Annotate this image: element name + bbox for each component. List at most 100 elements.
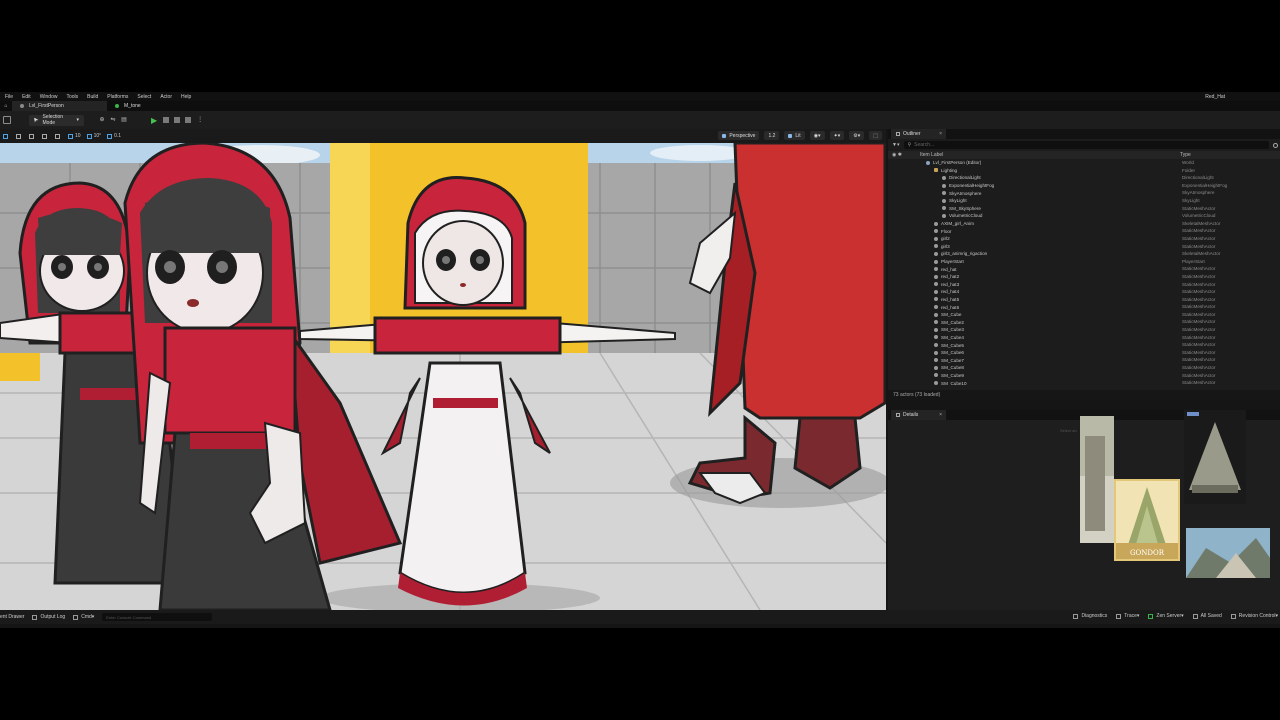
save-icon[interactable] [3,116,11,124]
scale-snap[interactable]: 0.1 [107,133,121,139]
trace-button[interactable]: Trace ▾ [1116,613,1139,619]
menu-tools[interactable]: Tools [66,94,78,100]
outliner-row[interactable]: red_hat3 StaticMeshActor [888,281,1280,289]
outliner-row[interactable]: DirectionalLight DirectionalLight [888,174,1280,182]
rotate-tool-icon[interactable] [29,133,36,139]
outliner-row[interactable]: Floor StaticMeshActor [888,227,1280,235]
level-viewport[interactable] [0,143,886,610]
visibility-column-icon[interactable]: ◉ ✱ [892,152,902,158]
outliner-row[interactable]: SM_SkySphere StaticMeshActor [888,205,1280,213]
output-log-button[interactable]: Output Log [32,614,65,620]
outliner-row-label: girl3 [941,243,950,249]
tab-level-label: Lvl_FirstPerson [29,103,64,109]
move-tool-icon[interactable] [16,133,23,139]
tab-material[interactable]: M_tone [107,101,149,111]
actor-icon [942,175,946,180]
outliner-row[interactable]: Lvl_FirstPerson (Editor) World [888,159,1280,167]
outliner-row[interactable]: girl2 StaticMeshActor [888,235,1280,243]
outliner-row-label: DirectionalLight [949,175,981,181]
outliner-row[interactable]: red_hat6 StaticMeshActor [888,303,1280,311]
outliner-row[interactable]: SM_Cube6 StaticMeshActor [888,349,1280,357]
menu-platforms[interactable]: Platforms [107,94,128,100]
outliner-row[interactable]: SM_Cube8 StaticMeshActor [888,364,1280,372]
menu-window[interactable]: Window [40,94,58,100]
cinematics-icon[interactable]: ▤ [120,117,128,124]
maximize-icon[interactable]: ⬚ [869,131,882,140]
select-tool-icon[interactable] [3,133,10,139]
world-space-icon[interactable] [55,133,62,139]
diagnostics-button[interactable]: Diagnostics [1073,613,1107,619]
filter-icon[interactable]: ▼▾ [892,142,899,148]
outliner-row[interactable]: SM_Cube5 StaticMeshActor [888,341,1280,349]
outliner-row-type: StaticMeshActor [1182,334,1216,340]
outliner-row[interactable]: SM_Cube7 StaticMeshActor [888,356,1280,364]
item-label-column[interactable]: Item Label [920,152,943,158]
play-icon[interactable]: ▶ [151,116,157,125]
cmd-dropdown[interactable]: Cmd ▾ [73,614,94,620]
outliner-row[interactable]: SkyAtmosphere SkyAtmosphere [888,189,1280,197]
selection-mode-dropdown[interactable]: Selection Mode ▾ [29,114,84,126]
close-icon[interactable]: × [939,131,942,137]
outliner-row[interactable]: SM_Cube4 StaticMeshActor [888,334,1280,342]
zen-server-button[interactable]: Zen Server ▾ [1148,613,1184,619]
outliner-row[interactable]: red_hat StaticMeshActor [888,265,1280,273]
home-icon[interactable]: ⌂ [0,101,12,111]
outliner-row[interactable]: red_hat5 StaticMeshActor [888,296,1280,304]
add-actor-icon[interactable]: ⊕ [98,117,106,124]
menu-file[interactable]: File [5,94,13,100]
menu-select[interactable]: Select [137,94,151,100]
outliner-row[interactable]: SM_Cube3 StaticMeshActor [888,326,1280,334]
actor-icon [934,274,938,279]
scale-tool-icon[interactable] [42,133,49,139]
platforms-icon[interactable] [185,117,192,123]
content-drawer-button[interactable]: ent Drawer [0,614,24,620]
menu-edit[interactable]: Edit [22,94,31,100]
gondor-caption: GONDOR [1129,549,1165,557]
menu-build[interactable]: Build [87,94,98,100]
tab-level[interactable]: Lvl_FirstPerson [12,101,107,111]
perspective-dropdown[interactable]: Perspective [718,131,760,140]
outliner-row[interactable]: SM_Cube10 StaticMeshActor [888,379,1280,385]
outliner-row[interactable]: Lighting Folder [888,167,1280,175]
gear-icon[interactable] [1273,142,1279,148]
pause-icon[interactable] [163,117,170,123]
tab-outliner[interactable]: Outliner × [891,129,946,139]
outliner-row[interactable]: girl3_animrig_rigaction SkeletalMeshActor [888,250,1280,258]
outliner-row-label: Lighting [941,167,958,173]
outliner-row[interactable]: AXIM_girl_Anim SkeletalMeshActor [888,220,1280,228]
menu-help[interactable]: Help [181,94,191,100]
outliner-row[interactable]: VolumetricCloud VolumetricCloud [888,212,1280,220]
outliner-row-type: SkyLight [1182,197,1200,203]
actor-icon [934,350,938,355]
outliner-search-input[interactable]: ⚲ Search... [904,141,1270,149]
grid-snap[interactable]: 10 [68,133,81,139]
blueprint-icon[interactable]: ⇋ [109,117,117,124]
show-flags-icon[interactable]: ◉▾ [809,131,825,140]
diagnostics-icon [1073,613,1079,619]
outliner-row[interactable]: SkyLight SkyLight [888,197,1280,205]
console-command-input[interactable]: Enter Console Command [102,613,213,621]
outliner-row[interactable]: SM_Cube StaticMeshActor [888,311,1280,319]
realtime-icon[interactable]: ✦▾ [829,131,845,140]
outliner-row[interactable]: SM_Cube9 StaticMeshActor [888,372,1280,380]
rotation-snap[interactable]: 10° [86,133,101,139]
camera-speed[interactable]: 1.2 [764,131,780,140]
outliner-row[interactable]: ExponentialHeightFog ExponentialHeightFog [888,182,1280,190]
all-saved-button[interactable]: All Saved [1192,613,1222,619]
outliner-row[interactable]: PlayerStart PlayerStart [888,258,1280,266]
stop-icon[interactable] [174,117,181,123]
outliner-row[interactable]: red_hat2 StaticMeshActor [888,273,1280,281]
settings-icon[interactable]: ⚙▾ [849,131,865,140]
more-options-icon[interactable]: ⋮ [196,117,204,124]
revision-control-button[interactable]: Revision Control ▾ [1230,613,1278,619]
type-column[interactable]: Type [1180,152,1191,158]
outliner-row[interactable]: red_hat4 StaticMeshActor [888,288,1280,296]
view-mode-dropdown[interactable]: Lit [784,131,805,140]
outliner-row[interactable]: girl3 StaticMeshActor [888,243,1280,251]
tab-details[interactable]: Details × [891,410,946,420]
outliner-row[interactable]: SM_Cube2 StaticMeshActor [888,318,1280,326]
menu-actor[interactable]: Actor [160,94,172,100]
outliner-row-label: SM_Cube7 [941,357,964,363]
close-icon[interactable]: × [939,412,942,418]
trace-icon [1116,613,1122,619]
